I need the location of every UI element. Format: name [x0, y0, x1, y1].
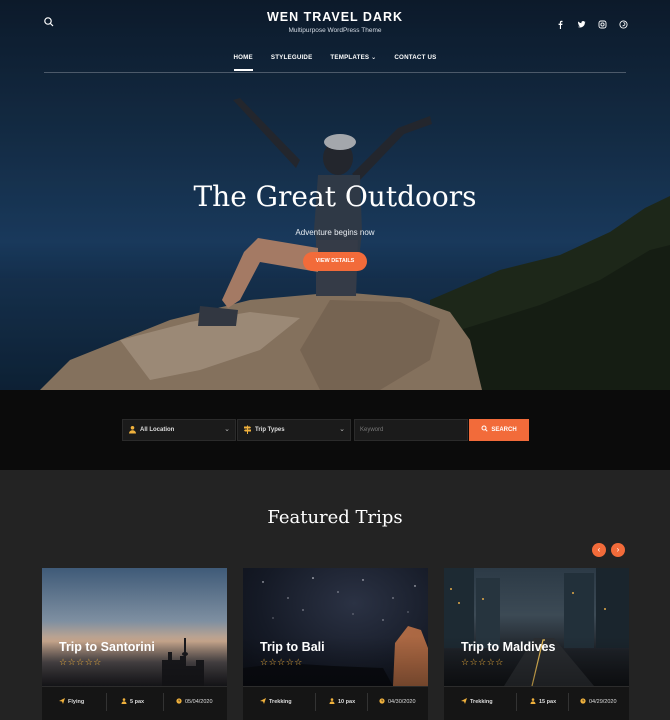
trip-date-label: 04/30/2020 [388, 699, 416, 705]
trip-title[interactable]: Trip to Bali [260, 640, 325, 654]
instagram-icon[interactable] [598, 16, 607, 29]
hero-subtitle: Adventure begins now [295, 228, 375, 237]
trip-date: 05/04/2020 [176, 695, 213, 709]
trip-date: 04/29/2020 [580, 695, 617, 709]
trip-search-bar: All Location ⌄ Trip Types ⌄ Keyword SEAR… [0, 390, 670, 470]
clock-icon [379, 696, 385, 704]
site-tagline: Multipurpose WordPress Theme [288, 27, 382, 34]
nav-item-styleguide[interactable]: STYLEGUIDE [262, 51, 322, 71]
plane-icon [260, 696, 266, 704]
group-icon [121, 696, 127, 704]
main-nav: HOME STYLEGUIDE TEMPLATES ⌄ CONTACT US [0, 51, 670, 71]
meta-divider [315, 693, 316, 711]
trip-type-label: Trekking [269, 699, 292, 705]
pinterest-icon[interactable] [619, 16, 628, 29]
trip-types-select-value: Trip Types [255, 427, 285, 433]
trip-meta: Trekking 10 pax 04/30/2020 [243, 686, 428, 720]
nav-divider [44, 72, 626, 73]
chevron-down-icon: ⌄ [224, 426, 230, 433]
trip-type-label: Trekking [470, 699, 493, 705]
location-select-value: All Location [140, 427, 175, 433]
trip-pax-label: 10 pax [338, 699, 356, 705]
nav-item-contact-us[interactable]: CONTACT US [385, 51, 445, 71]
group-icon [530, 696, 536, 704]
trip-title[interactable]: Trip to Santorini [59, 640, 155, 654]
search-icon [481, 425, 488, 432]
trip-date-label: 04/29/2020 [589, 699, 617, 705]
trip-type: Flying [59, 695, 84, 709]
trip-pax-label: 5 pax [130, 699, 145, 705]
social-links [556, 16, 628, 29]
trip-card[interactable]: Trip to Santorini ☆☆☆☆☆ Flying 5 pax 05/… [42, 568, 227, 720]
trip-title[interactable]: Trip to Maldives [461, 640, 555, 654]
star-rating: ☆☆☆☆☆ [260, 657, 303, 667]
plane-icon [461, 696, 467, 704]
trip-type: Trekking [260, 695, 292, 709]
hero-banner: WEN TRAVEL DARK Multipurpose WordPress T… [0, 0, 670, 390]
search-button[interactable]: SEARCH [469, 419, 529, 441]
trip-meta: Flying 5 pax 05/04/2020 [42, 686, 227, 720]
trip-pax: 15 pax [530, 695, 556, 709]
meta-divider [516, 693, 517, 711]
nav-item-label: TEMPLATES [330, 54, 370, 61]
trip-card[interactable]: Trip to Bali ☆☆☆☆☆ Trekking 10 pax 04/30… [243, 568, 428, 720]
chevron-right-icon[interactable]: › [611, 543, 625, 557]
star-rating: ☆☆☆☆☆ [59, 657, 102, 667]
chevron-left-icon[interactable]: ‹ [592, 543, 606, 557]
location-select[interactable]: All Location ⌄ [122, 419, 236, 441]
nav-item-templates[interactable]: TEMPLATES ⌄ [321, 51, 385, 71]
star-rating: ☆☆☆☆☆ [461, 657, 504, 667]
clock-icon [580, 696, 586, 704]
user-icon [129, 426, 136, 434]
clock-icon [176, 696, 182, 704]
trip-type: Trekking [461, 695, 493, 709]
keyword-input[interactable]: Keyword [354, 419, 468, 441]
meta-divider [568, 693, 569, 711]
trip-date: 04/30/2020 [379, 695, 416, 709]
group-icon [329, 696, 335, 704]
plane-icon [59, 696, 65, 704]
chevron-down-icon: ⌄ [339, 426, 345, 433]
meta-divider [163, 693, 164, 711]
twitter-icon[interactable] [577, 16, 586, 28]
trip-card[interactable]: Trip to Maldives ☆☆☆☆☆ Trekking 15 pax 0… [444, 568, 629, 720]
section-title: Featured Trips [267, 507, 403, 528]
trip-pax: 5 pax [121, 695, 144, 709]
trip-pax-label: 15 pax [539, 699, 557, 705]
meta-divider [367, 693, 368, 711]
trip-pax: 10 pax [329, 695, 355, 709]
trip-types-select[interactable]: Trip Types ⌄ [237, 419, 351, 441]
view-details-button[interactable]: VIEW DETAILS [303, 252, 367, 271]
meta-divider [106, 693, 107, 711]
site-header: WEN TRAVEL DARK Multipurpose WordPress T… [0, 0, 670, 75]
search-button-label: SEARCH [491, 427, 517, 433]
featured-trips-section: Featured Trips ‹ › Trip to Santorini ☆☆☆… [0, 470, 670, 720]
trip-type-label: Flying [68, 699, 85, 705]
hero-title: The Great Outdoors [193, 180, 477, 213]
trip-meta: Trekking 15 pax 04/29/2020 [444, 686, 629, 720]
trip-date-label: 05/04/2020 [185, 699, 213, 705]
signpost-icon [244, 425, 251, 434]
nav-item-home[interactable]: HOME [225, 51, 262, 71]
facebook-icon[interactable] [556, 16, 565, 29]
chevron-down-icon: ⌄ [371, 55, 377, 61]
